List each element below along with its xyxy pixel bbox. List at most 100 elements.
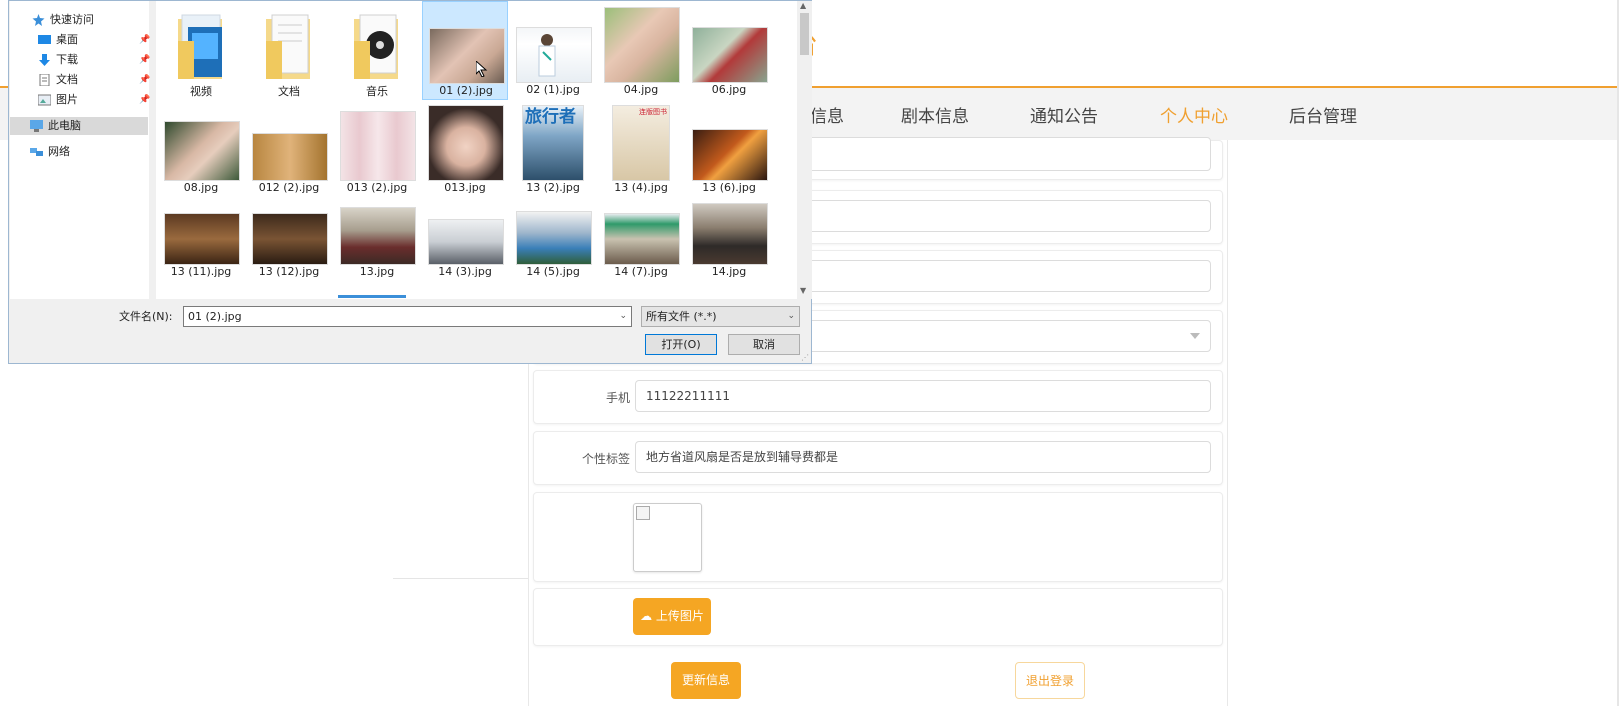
file-tile[interactable]: 14.jpg bbox=[686, 183, 772, 282]
image-thumbnail: 旅行者 bbox=[522, 105, 584, 181]
image-thumbnail bbox=[340, 111, 416, 181]
picture-icon bbox=[38, 94, 51, 106]
form-row-tag: 个性标签 地方省道风扇是否是放到辅导费都是 bbox=[533, 431, 1223, 485]
file-list: 视频 文档 音乐 01 (2).jpg 02 (1).jpg 04.jpg 06… bbox=[156, 1, 797, 299]
tree-item-this-pc[interactable]: 此电脑 bbox=[10, 117, 148, 135]
scroll-down-arrow-icon[interactable]: ▼ bbox=[800, 286, 806, 295]
image-thumbnail bbox=[692, 27, 768, 83]
file-name: 14 (5).jpg bbox=[526, 265, 580, 278]
file-name: 14 (3).jpg bbox=[438, 265, 492, 278]
image-thumbnail bbox=[340, 207, 416, 265]
tree-item-label: 此电脑 bbox=[48, 119, 81, 132]
phone-input[interactable]: 11122211111 bbox=[635, 380, 1211, 412]
avatar-preview bbox=[633, 503, 702, 572]
magazine-title: 旅行者 bbox=[525, 107, 576, 127]
file-tile-selected[interactable]: 01 (2).jpg bbox=[422, 1, 508, 100]
tag-label: 个性标签 bbox=[581, 452, 630, 466]
upload-image-button[interactable]: ☁ 上传图片 bbox=[633, 598, 711, 635]
upload-button-label: 上传图片 bbox=[655, 609, 704, 623]
filename-input[interactable]: 01 (2).jpg ⌄ bbox=[183, 306, 632, 327]
folder-documents-icon bbox=[266, 14, 310, 79]
document-icon bbox=[39, 74, 50, 86]
pin-icon: 📌 bbox=[139, 55, 151, 65]
file-tile[interactable]: 文档 bbox=[246, 1, 332, 100]
navigation-pane: 快速访问 桌面 📌 下载 📌 文档 📌 图片 📌 此电脑 网络 bbox=[10, 1, 151, 299]
cancel-button[interactable]: 取消 bbox=[728, 334, 800, 355]
file-tile[interactable]: 14 (5).jpg bbox=[510, 183, 596, 282]
nav-item-admin[interactable]: 后台管理 bbox=[1289, 102, 1357, 127]
image-thumbnail bbox=[516, 211, 592, 265]
tree-item-label: 快速访问 bbox=[50, 13, 94, 26]
open-button[interactable]: 打开(O) bbox=[645, 334, 717, 355]
tree-item-label: 下载 bbox=[56, 53, 78, 66]
file-name: 02 (1).jpg bbox=[526, 83, 580, 96]
nav-item-personal-center[interactable]: 个人中心 bbox=[1160, 102, 1228, 127]
star-icon bbox=[32, 14, 45, 26]
file-name: 14.jpg bbox=[711, 265, 747, 278]
image-thumbnail bbox=[252, 213, 328, 265]
vertical-scrollbar[interactable]: ▲ ▼ bbox=[797, 1, 812, 299]
image-thumbnail: 连版图书 bbox=[612, 105, 670, 181]
pin-icon: 📌 bbox=[139, 95, 151, 105]
mouse-cursor-icon bbox=[476, 61, 488, 77]
file-name: 14 (7).jpg bbox=[614, 265, 668, 278]
scrollbar-thumb[interactable] bbox=[800, 13, 809, 55]
image-thumbnail bbox=[428, 105, 504, 181]
broken-image-icon bbox=[636, 506, 650, 520]
file-tile[interactable]: 06.jpg bbox=[686, 1, 772, 100]
tree-item-label: 文档 bbox=[56, 73, 78, 86]
file-tile[interactable]: 13 (12).jpg bbox=[246, 183, 332, 282]
tree-item-documents[interactable]: 文档 bbox=[38, 71, 136, 89]
tag-input[interactable]: 地方省道风扇是否是放到辅导费都是 bbox=[635, 441, 1211, 473]
desktop-icon bbox=[38, 35, 51, 44]
file-tile[interactable]: 14 (3).jpg bbox=[422, 183, 508, 282]
cloud-upload-icon: ☁ bbox=[640, 609, 656, 623]
file-tile[interactable]: 13 (11).jpg bbox=[158, 183, 244, 282]
image-thumbnail bbox=[604, 7, 680, 83]
file-tile[interactable]: 13.jpg bbox=[334, 183, 420, 282]
image-thumbnail bbox=[164, 213, 240, 265]
tree-item-desktop[interactable]: 桌面 bbox=[38, 31, 136, 49]
nav-item-notices[interactable]: 通知公告 bbox=[1030, 102, 1098, 127]
nav-item-script-info[interactable]: 剧本信息 bbox=[901, 102, 969, 127]
update-info-button[interactable]: 更新信息 bbox=[671, 662, 741, 699]
network-icon bbox=[30, 148, 43, 156]
file-name: 06.jpg bbox=[711, 83, 747, 96]
tree-item-label: 网络 bbox=[48, 145, 70, 158]
file-tile[interactable]: 音乐 bbox=[334, 1, 420, 100]
tree-item-network[interactable]: 网络 bbox=[30, 143, 140, 161]
partial-next-row bbox=[338, 295, 406, 298]
file-tile[interactable]: 04.jpg bbox=[598, 1, 684, 100]
tree-item-quick-access[interactable]: 快速访问 bbox=[32, 11, 142, 29]
pin-icon: 📌 bbox=[139, 35, 151, 45]
file-tile[interactable]: 视频 bbox=[158, 1, 244, 100]
tree-item-label: 图片 bbox=[56, 93, 78, 106]
image-thumbnail bbox=[516, 27, 592, 83]
file-name: 音乐 bbox=[366, 85, 388, 98]
folder-video-icon bbox=[178, 14, 222, 79]
file-tile[interactable]: 14 (7).jpg bbox=[598, 183, 684, 282]
image-thumbnail bbox=[692, 129, 768, 181]
pin-icon: 📌 bbox=[139, 75, 151, 85]
computer-icon bbox=[30, 120, 43, 132]
folder-music-icon bbox=[354, 14, 398, 79]
nav-item-info[interactable]: 信息 bbox=[810, 102, 844, 127]
chevron-down-icon[interactable]: ⌄ bbox=[619, 307, 627, 326]
resize-grip-icon[interactable]: ⋰ bbox=[801, 353, 809, 362]
image-thumbnail bbox=[692, 203, 768, 265]
file-name: 文档 bbox=[278, 85, 300, 98]
chevron-down-icon[interactable]: ⌄ bbox=[787, 307, 795, 326]
tree-item-pictures[interactable]: 图片 bbox=[38, 91, 136, 109]
logout-button[interactable]: 退出登录 bbox=[1015, 662, 1085, 699]
file-tile[interactable]: 02 (1).jpg bbox=[510, 1, 596, 100]
file-name: 13.jpg bbox=[359, 265, 395, 278]
doctor-figure-icon bbox=[538, 34, 556, 77]
filetype-select[interactable]: 所有文件 (*.*) ⌄ bbox=[641, 306, 800, 327]
scroll-up-arrow-icon[interactable]: ▲ bbox=[800, 1, 806, 10]
filetype-value: 所有文件 (*.*) bbox=[646, 310, 717, 323]
image-thumbnail bbox=[428, 219, 504, 265]
file-name: 视频 bbox=[190, 85, 212, 98]
book-label: 连版图书 bbox=[639, 108, 667, 116]
chevron-down-icon bbox=[1190, 333, 1200, 339]
tree-item-downloads[interactable]: 下载 bbox=[38, 51, 136, 69]
